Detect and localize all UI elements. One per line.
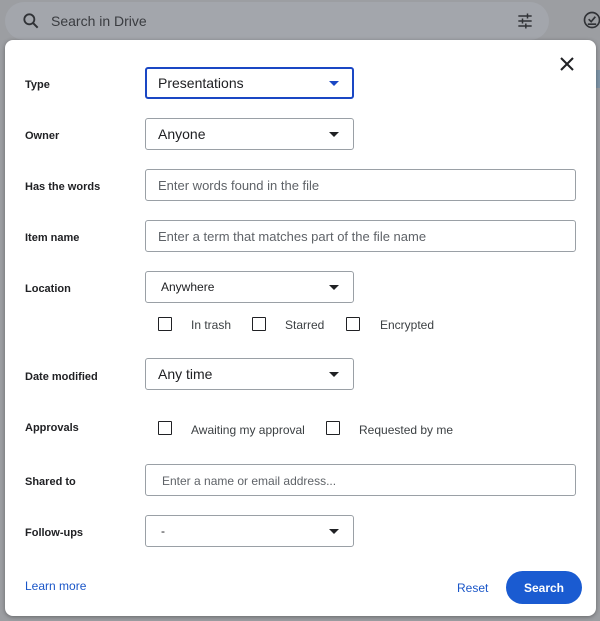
follow-ups-select[interactable]: - bbox=[145, 515, 354, 547]
requested-by-me-label: Requested by me bbox=[359, 423, 454, 437]
check-circle-icon[interactable] bbox=[582, 10, 600, 30]
chevron-down-icon bbox=[329, 285, 339, 290]
in-trash-checkbox[interactable] bbox=[158, 317, 172, 331]
date-modified-value: Any time bbox=[158, 366, 213, 382]
owner-value: Anyone bbox=[158, 126, 206, 142]
chevron-down-icon bbox=[329, 132, 339, 137]
type-value: Presentations bbox=[158, 75, 244, 91]
awaiting-approval-label: Awaiting my approval bbox=[191, 423, 305, 437]
top-bar: Search in Drive bbox=[0, 0, 600, 40]
learn-more-link[interactable]: Learn more bbox=[25, 579, 86, 593]
type-select[interactable]: Presentations bbox=[145, 67, 354, 99]
awaiting-approval-checkbox[interactable] bbox=[158, 421, 172, 435]
encrypted-label: Encrypted bbox=[380, 318, 435, 332]
location-label: Location bbox=[25, 283, 71, 295]
starred-label: Starred bbox=[285, 318, 325, 332]
approvals-label: Approvals bbox=[25, 422, 79, 434]
item-name-placeholder: Enter a term that matches part of the fi… bbox=[158, 229, 427, 244]
requested-by-me-checkbox[interactable] bbox=[326, 421, 340, 435]
item-name-label: Item name bbox=[25, 232, 80, 244]
tune-icon[interactable] bbox=[515, 11, 535, 31]
has-words-input[interactable]: Enter words found in the file bbox=[145, 169, 576, 201]
date-modified-label: Date modified bbox=[25, 371, 98, 383]
encrypted-checkbox[interactable] bbox=[346, 317, 360, 331]
shared-to-input[interactable]: Enter a name or email address... bbox=[145, 464, 576, 496]
search-placeholder: Search in Drive bbox=[51, 13, 147, 29]
starred-checkbox[interactable] bbox=[252, 317, 266, 331]
chevron-down-icon bbox=[329, 529, 339, 534]
background-content bbox=[596, 70, 600, 88]
shared-to-label: Shared to bbox=[25, 476, 76, 488]
has-words-label: Has the words bbox=[25, 181, 101, 193]
location-value: Anywhere bbox=[161, 280, 215, 294]
in-trash-label: In trash bbox=[191, 318, 232, 332]
follow-ups-label: Follow-ups bbox=[25, 527, 84, 539]
reset-button[interactable]: Reset bbox=[457, 581, 488, 595]
shared-to-placeholder: Enter a name or email address... bbox=[162, 474, 337, 488]
follow-ups-value: - bbox=[161, 524, 165, 538]
chevron-down-icon bbox=[329, 81, 339, 86]
owner-label: Owner bbox=[25, 130, 60, 142]
drive-search-bar[interactable]: Search in Drive bbox=[5, 2, 549, 40]
item-name-input[interactable]: Enter a term that matches part of the fi… bbox=[145, 220, 576, 252]
location-select[interactable]: Anywhere bbox=[145, 271, 354, 303]
has-words-placeholder: Enter words found in the file bbox=[158, 178, 320, 193]
search-button[interactable]: Search bbox=[506, 571, 582, 604]
chevron-down-icon bbox=[329, 372, 339, 377]
search-icon bbox=[23, 13, 39, 29]
type-label: Type bbox=[25, 79, 50, 91]
owner-select[interactable]: Anyone bbox=[145, 118, 354, 150]
close-icon[interactable] bbox=[558, 55, 576, 73]
date-modified-select[interactable]: Any time bbox=[145, 358, 354, 390]
